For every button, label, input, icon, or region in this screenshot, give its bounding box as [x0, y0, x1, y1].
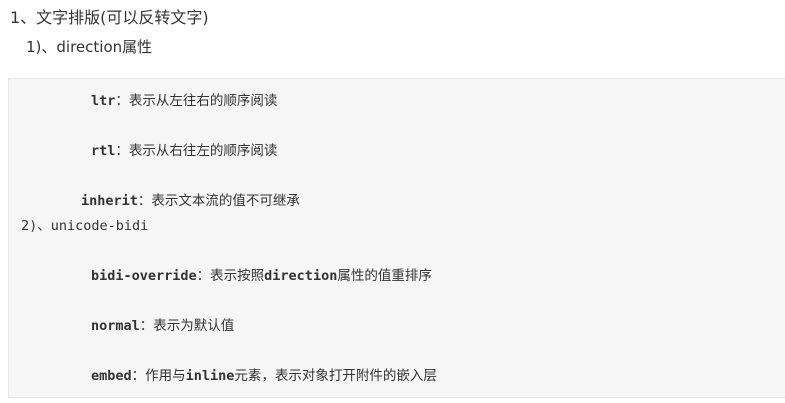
description-normal: 表示为默认值	[153, 318, 235, 334]
separator: ：	[196, 268, 211, 284]
keyword-inline: inline	[185, 368, 235, 384]
description-rtl: 表示从右往左的顺序阅读	[128, 143, 278, 159]
description-embed-1: 作用与	[145, 368, 186, 384]
code-block: ltr：表示从左往右的顺序阅读 rtl：表示从右往左的顺序阅读 inherit：…	[8, 78, 785, 398]
code-line-inherit: inherit：表示文本流的值不可继承	[81, 191, 300, 211]
separator: ：	[115, 93, 129, 109]
separator: ：	[131, 368, 146, 384]
description-inherit: 表示文本流的值不可继承	[151, 193, 300, 209]
code-line-ltr: ltr：表示从左往右的顺序阅读	[91, 91, 277, 111]
code-line-rtl: rtl：表示从右往左的顺序阅读	[91, 141, 277, 161]
keyword-embed: embed	[91, 368, 132, 384]
description-bidi-override-1: 表示按照	[210, 268, 265, 284]
separator: ：	[139, 318, 154, 334]
keyword-bidi-override: bidi-override	[91, 268, 197, 284]
keyword-normal: normal	[91, 318, 140, 334]
separator: ：	[137, 193, 152, 209]
description-bidi-override-2: 属性的值重排序	[337, 268, 432, 284]
keyword-ltr: ltr	[91, 93, 116, 109]
description-embed-2: 元素，表示对象打开附件的嵌入层	[234, 368, 437, 384]
page: 1、文字排版(可以反转文字) 1)、direction属性 ltr：表示从左往右…	[0, 0, 785, 403]
code-line-embed: embed：作用与inline元素，表示对象打开附件的嵌入层	[91, 366, 437, 386]
section-heading: 1、文字排版(可以反转文字)	[10, 8, 209, 27]
code-section-unicode-bidi: 2)、unicode-bidi	[21, 218, 149, 234]
keyword-rtl: rtl	[91, 143, 116, 159]
description-ltr: 表示从左往右的顺序阅读	[128, 93, 278, 109]
separator: ：	[115, 143, 129, 159]
code-line-bidi-override: bidi-override：表示按照direction属性的值重排序	[91, 266, 432, 286]
keyword-direction: direction	[264, 268, 338, 284]
subsection-heading: 1)、direction属性	[26, 38, 153, 56]
keyword-inherit: inherit	[81, 193, 138, 209]
code-line-normal: normal：表示为默认值	[91, 316, 234, 336]
